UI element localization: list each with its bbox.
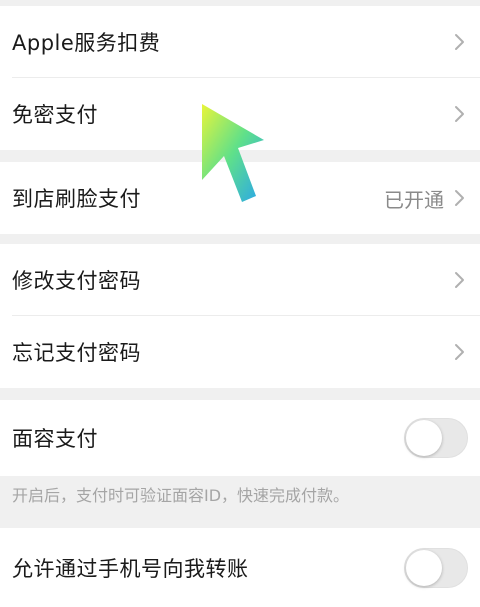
chevron-right-icon	[455, 106, 464, 122]
chevron-right-icon	[455, 34, 464, 50]
row-label: Apple服务扣费	[12, 31, 161, 55]
toggle-knob	[406, 420, 442, 456]
chevron-right-icon	[455, 190, 464, 206]
row-change-payment-password[interactable]: 修改支付密码	[0, 244, 480, 316]
row-label: 忘记支付密码	[12, 341, 141, 365]
payment-settings-screen: Apple服务扣费 免密支付 到店刷脸支付 已开通 修改支付密码 忘记支付密码 …	[0, 0, 480, 607]
row-apple-service-deduction[interactable]: Apple服务扣费	[0, 6, 480, 78]
toggle-knob	[406, 549, 442, 586]
row-allow-phone-transfer: 允许通过手机号向我转账	[0, 528, 480, 607]
chevron-right-icon	[455, 344, 464, 360]
row-label: 修改支付密码	[12, 269, 141, 293]
row-label: 面容支付	[12, 427, 98, 451]
row-label: 免密支付	[12, 103, 98, 127]
group-phone-transfer: 允许通过手机号向我转账	[0, 528, 480, 607]
row-forgot-payment-password[interactable]: 忘记支付密码	[0, 316, 480, 388]
group-password: 修改支付密码 忘记支付密码	[0, 244, 480, 388]
face-id-payment-toggle[interactable]	[404, 418, 468, 458]
chevron-right-icon	[455, 272, 464, 288]
row-label: 到店刷脸支付	[12, 187, 141, 211]
status-text: 已开通	[384, 187, 444, 212]
group-face-id-payment: 面容支付	[0, 400, 480, 476]
pointer-arrow-icon	[202, 104, 264, 202]
row-label: 允许通过手机号向我转账	[12, 556, 249, 581]
face-id-note: 开启后，支付时可验证面容ID，快速完成付款。	[12, 486, 350, 505]
row-face-id-payment: 面容支付	[0, 400, 480, 476]
phone-transfer-toggle[interactable]	[404, 547, 468, 588]
